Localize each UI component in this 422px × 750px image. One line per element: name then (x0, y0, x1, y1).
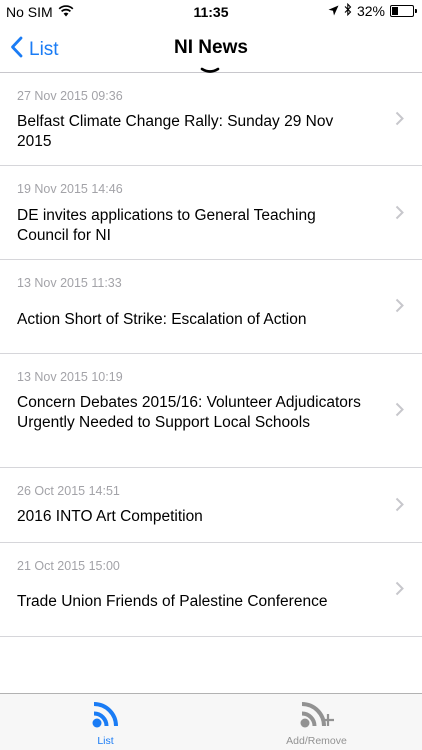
page-title: NI News (174, 37, 248, 58)
tab-add-remove[interactable]: Add/Remove (211, 694, 422, 750)
tab-label: Add/Remove (286, 735, 347, 747)
location-arrow-icon (328, 3, 339, 19)
list-item[interactable]: 13 Nov 2015 10:19 Concern Debates 2015/1… (0, 354, 422, 468)
news-date: 19 Nov 2015 14:46 (17, 182, 123, 196)
news-title: DE invites applications to General Teach… (17, 207, 316, 244)
battery-percent: 32% (356, 3, 385, 19)
rss-icon (91, 699, 121, 734)
news-date: 13 Nov 2015 11:33 (17, 276, 122, 290)
battery-icon (390, 5, 417, 17)
chevron-right-icon (395, 581, 404, 601)
battery-level (392, 7, 398, 15)
screen: No SIM 11:35 32% List NI News 27 Nov 201… (0, 0, 422, 750)
list-item[interactable]: 27 Nov 2015 09:36 Belfast Climate Change… (0, 73, 422, 166)
news-date: 26 Oct 2015 14:51 (17, 484, 120, 498)
tab-label: List (97, 735, 114, 747)
news-title: Concern Debates 2015/16: Volunteer Adjud… (17, 394, 361, 431)
news-title: Trade Union Friends of Palestine Confere… (17, 593, 328, 610)
news-title: Action Short of Strike: Escalation of Ac… (17, 311, 307, 328)
news-title: 2016 INTO Art Competition (17, 508, 203, 525)
rss-add-icon (297, 699, 337, 734)
status-right: 32% (328, 2, 417, 19)
tab-bar: List Add/Remove (0, 693, 422, 750)
list-item[interactable]: 21 Oct 2015 15:00 Trade Union Friends of… (0, 543, 422, 637)
news-title: Belfast Climate Change Rally: Sunday 29 … (17, 113, 334, 150)
chevron-right-icon (395, 205, 404, 225)
list-item[interactable]: 26 Oct 2015 14:51 2016 INTO Art Competit… (0, 468, 422, 543)
news-date: 21 Oct 2015 15:00 (17, 559, 120, 573)
tab-list[interactable]: List (0, 694, 211, 750)
chevron-right-icon (395, 111, 404, 131)
list-item[interactable]: 13 Nov 2015 11:33 Action Short of Strike… (0, 260, 422, 354)
battery-cap (415, 9, 417, 13)
chevron-right-icon (395, 497, 404, 517)
chevron-right-icon (395, 298, 404, 318)
navigation-bar: List NI News (0, 24, 422, 73)
chevron-right-icon (395, 402, 404, 422)
bluetooth-icon (344, 2, 352, 19)
news-list: 27 Nov 2015 09:36 Belfast Climate Change… (0, 73, 422, 637)
status-bar: No SIM 11:35 32% (0, 0, 422, 24)
news-date: 13 Nov 2015 10:19 (17, 370, 123, 384)
news-date: 27 Nov 2015 09:36 (17, 89, 123, 103)
list-item[interactable]: 19 Nov 2015 14:46 DE invites application… (0, 166, 422, 260)
